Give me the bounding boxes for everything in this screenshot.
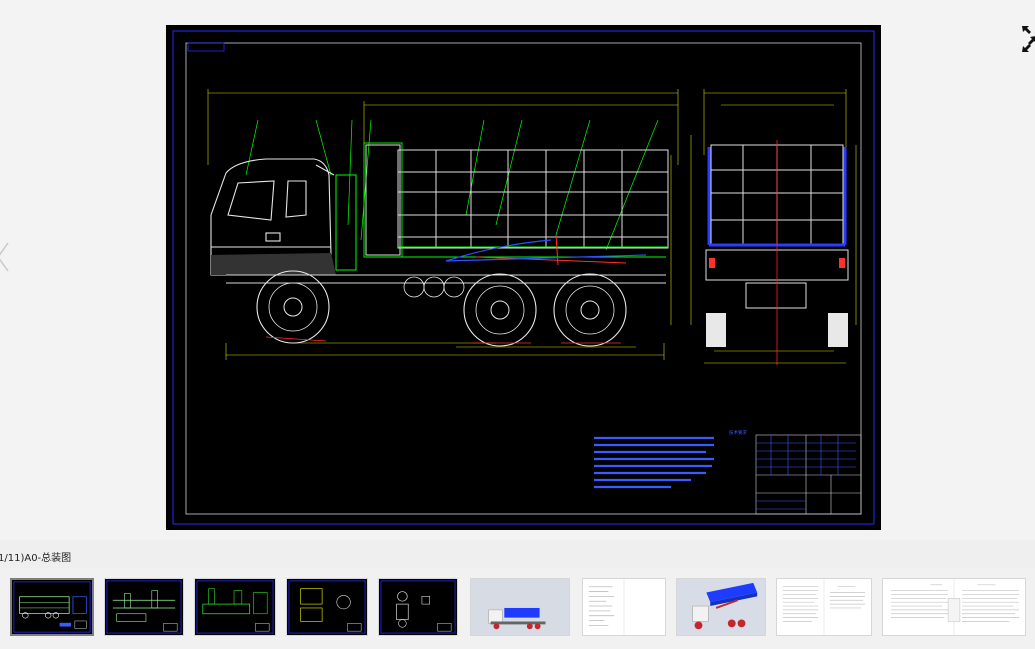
cad-drawing-canvas: 技术要求 <box>172 30 875 525</box>
cad-thumbnail-icon <box>196 580 274 634</box>
document-thumbnail-icon <box>583 579 665 635</box>
main-drawing-image[interactable]: 技术要求 <box>166 25 881 530</box>
thumbnail-6[interactable] <box>470 578 570 636</box>
thumbnail-7[interactable] <box>582 578 666 636</box>
technical-requirements-title: 技术要求 <box>729 429 747 436</box>
cad-thumbnail-icon <box>13 581 91 633</box>
cad-thumbnail-icon <box>106 580 182 634</box>
page-caption: 1/11)A0-总装图 <box>0 553 72 564</box>
cad-thumbnail-icon <box>288 580 366 634</box>
chevron-left-icon <box>0 242 9 272</box>
previous-page-button[interactable] <box>0 241 10 273</box>
cad-thumbnail-icon <box>380 580 456 634</box>
fullscreen-icon <box>1022 26 1035 52</box>
thumbnail-3[interactable] <box>194 578 276 636</box>
render-thumbnail-icon <box>471 579 569 635</box>
render-thumbnail-icon <box>677 579 765 635</box>
document-thumbnail-icon <box>883 579 1025 635</box>
fullscreen-button[interactable] <box>1020 24 1035 54</box>
thumbnail-2[interactable] <box>104 578 184 636</box>
caption-bar <box>0 540 1035 568</box>
document-thumbnail-icon <box>777 579 871 635</box>
thumbnail-1[interactable] <box>10 578 94 636</box>
thumbnail-10[interactable] <box>882 578 1026 636</box>
thumbnail-4[interactable] <box>286 578 368 636</box>
thumbnail-9[interactable] <box>776 578 872 636</box>
thumbnail-8[interactable] <box>676 578 766 636</box>
thumbnail-5[interactable] <box>378 578 458 636</box>
document-viewer: 技术要求 <box>0 0 1035 540</box>
